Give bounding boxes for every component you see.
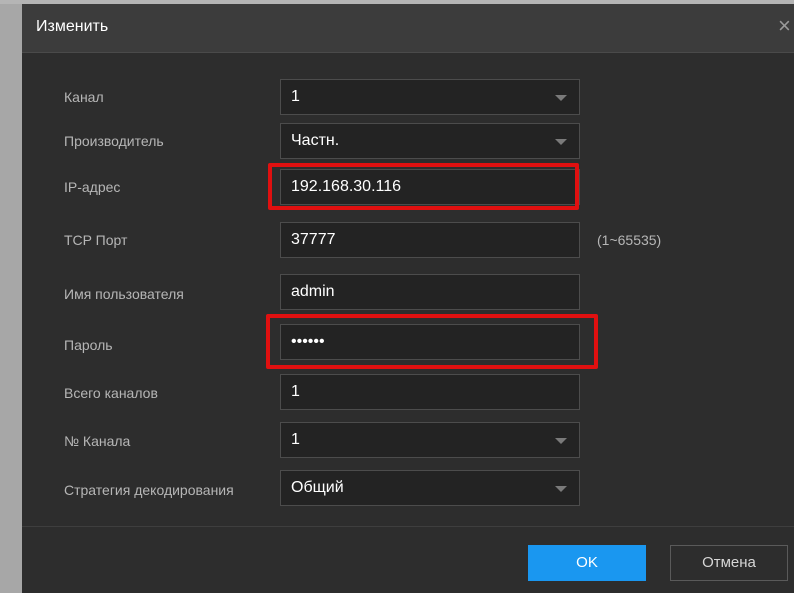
chevron-down-icon <box>555 438 567 444</box>
channel-no-value: 1 <box>291 431 300 448</box>
decode-strategy-value: Общий <box>291 479 344 496</box>
ok-button[interactable]: OK <box>528 545 646 581</box>
ip-highlight-box <box>268 163 579 210</box>
dialog-titlebar: Изменить × <box>22 4 794 53</box>
chevron-down-icon <box>555 139 567 145</box>
tcp-port-input[interactable]: 37777 <box>280 222 580 258</box>
ip-address-label: IP-адрес <box>64 179 121 195</box>
edit-dialog: Изменить × Канал 1 Производитель Частн. … <box>22 4 794 593</box>
manufacturer-select[interactable]: Частн. <box>280 123 580 159</box>
decode-strategy-label: Стратегия декодирования <box>64 482 234 498</box>
tcp-port-range-hint: (1~65535) <box>597 232 662 248</box>
total-channels-input[interactable]: 1 <box>280 374 580 410</box>
decode-strategy-select[interactable]: Общий <box>280 470 580 506</box>
channel-no-select[interactable]: 1 <box>280 422 580 458</box>
close-icon[interactable]: × <box>778 14 791 38</box>
channel-select[interactable]: 1 <box>280 79 580 115</box>
password-highlight-box <box>266 314 598 369</box>
channel-no-label: № Канала <box>64 433 131 449</box>
username-label: Имя пользователя <box>64 286 184 302</box>
username-input[interactable]: admin <box>280 274 580 310</box>
manufacturer-value: Частн. <box>291 132 340 149</box>
tcp-port-label: TCP Порт <box>64 232 128 248</box>
channel-value: 1 <box>291 88 300 105</box>
total-channels-label: Всего каналов <box>64 385 158 401</box>
cancel-button[interactable]: Отмена <box>670 545 788 581</box>
chevron-down-icon <box>555 95 567 101</box>
password-label: Пароль <box>64 337 113 353</box>
chevron-down-icon <box>555 486 567 492</box>
total-channels-value: 1 <box>291 383 300 400</box>
username-value: admin <box>291 283 335 300</box>
manufacturer-label: Производитель <box>64 133 164 149</box>
channel-label: Канал <box>64 89 104 105</box>
footer-divider <box>22 526 794 527</box>
dialog-title: Изменить <box>36 18 109 35</box>
tcp-port-value: 37777 <box>291 231 336 248</box>
